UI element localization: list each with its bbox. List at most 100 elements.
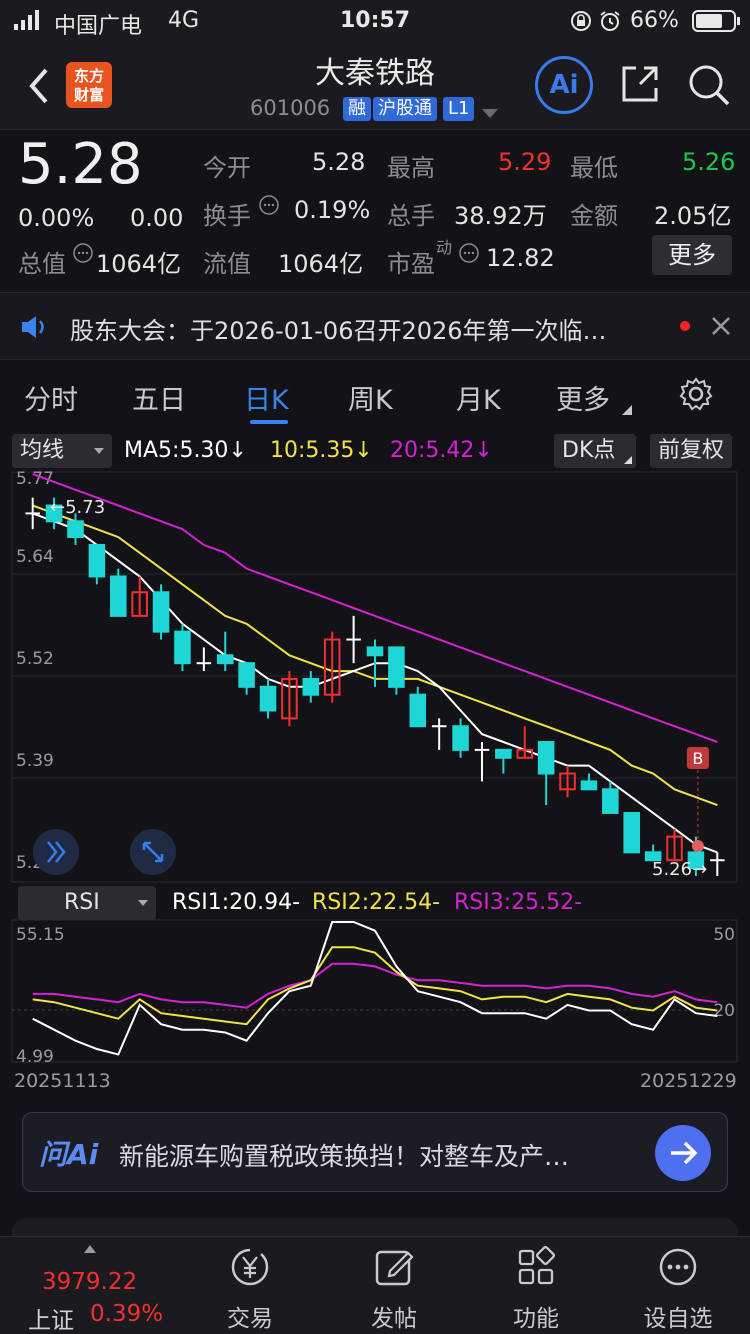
ma5-legend: MA5:5.30↓: [124, 438, 247, 463]
network-type: 4G: [168, 8, 200, 33]
info-icon[interactable]: [258, 194, 280, 220]
battery-icon: [692, 10, 742, 38]
rsi-tick-label: 50: [713, 925, 735, 945]
notice-bar[interactable]: 股东大会：于2026-01-06召开2026年第一次临…: [0, 292, 750, 360]
candle-body: [216, 654, 234, 665]
pe-sup: 动: [436, 238, 453, 257]
low-value: 5.26: [682, 148, 736, 176]
app-logo[interactable]: 东方 财富: [66, 62, 112, 108]
indicator-select[interactable]: 均线: [12, 434, 112, 468]
current-price: 5.28: [18, 132, 143, 197]
nav-trade[interactable]: 交易: [200, 1245, 300, 1333]
chevron-down-icon[interactable]: [482, 104, 498, 123]
high-label: 最高: [387, 154, 435, 182]
more-button[interactable]: 更多: [652, 235, 732, 275]
index-change: 0.39%: [90, 1301, 164, 1327]
y-tick-label: 5.52: [16, 649, 54, 669]
tag-level: L1: [443, 97, 475, 121]
low-price-marker: 5.26→: [652, 859, 707, 880]
mcap-label: 总值: [18, 250, 66, 278]
buy-signal-dot: [691, 840, 704, 852]
ma10-legend: 10:5.35↓: [270, 438, 373, 463]
period-tabs: 分时 五日 日K 周K 月K 更多: [0, 362, 750, 430]
ma20-line: [32, 473, 718, 743]
date-start: 20251113: [14, 1070, 111, 1092]
stock-code: 601006: [250, 96, 331, 120]
rsi-tick-label: 55.15: [16, 925, 65, 945]
candle-body: [152, 591, 170, 633]
ai-button[interactable]: Ai: [535, 56, 593, 114]
nav-watchlist[interactable]: 设自选: [628, 1245, 728, 1333]
back-icon[interactable]: [24, 66, 52, 110]
rsi2-legend: RSI2:22.54-: [312, 890, 441, 915]
candle-body: [537, 741, 555, 775]
chevron-down-icon: [94, 448, 104, 454]
tab-monthly-k[interactable]: 月K: [456, 378, 501, 417]
rsi-select[interactable]: RSI: [18, 886, 156, 920]
notice-dot: [680, 321, 690, 331]
y-tick-label: 5.64: [16, 547, 54, 567]
candle-body: [109, 575, 127, 617]
grid-icon: [518, 1245, 556, 1285]
candle-body: [602, 788, 619, 814]
chart-toolbar: 均线 MA5:5.30↓ 10:5.35↓ 20:5.42↓ DK点 前复权: [0, 432, 750, 470]
caret-up-icon: [84, 1245, 96, 1253]
chevron-down-icon: [138, 900, 148, 906]
tab-timeshare[interactable]: 分时: [24, 378, 78, 417]
rsi-frame: [11, 919, 738, 1063]
nav-functions[interactable]: 功能: [486, 1245, 586, 1333]
dk-point-button[interactable]: DK点: [554, 434, 636, 468]
active-tab-indicator: [250, 420, 288, 424]
open-label: 今开: [203, 154, 251, 182]
rsi1-line: [32, 921, 718, 1056]
yen-exchange-icon: [231, 1248, 269, 1286]
notice-text: 股东大会：于2026-01-06召开2026年第一次临…: [70, 317, 607, 345]
volume-label: 总手: [387, 202, 435, 230]
adjust-button[interactable]: 前复权: [650, 434, 733, 468]
candle-body: [388, 646, 405, 688]
info-icon[interactable]: [458, 242, 480, 268]
nav-post[interactable]: 发帖: [344, 1245, 444, 1333]
expand-icon[interactable]: [33, 829, 79, 875]
tab-daily-k[interactable]: 日K: [244, 378, 289, 417]
index-ticker[interactable]: 3979.22 上证 0.39%: [20, 1243, 190, 1334]
index-value: 3979.22: [42, 1269, 138, 1295]
amount-label: 金额: [570, 202, 618, 230]
amount-value: 2.05亿: [654, 202, 732, 230]
tab-more[interactable]: 更多: [556, 378, 610, 417]
caret-icon: [622, 400, 632, 419]
volume-value: 38.92万: [454, 202, 547, 230]
ask-ai-logo: 问Ai: [39, 1138, 99, 1171]
candle-body: [238, 662, 255, 688]
search-icon[interactable]: [686, 62, 732, 112]
close-icon[interactable]: [710, 315, 732, 341]
tab-weekly-k[interactable]: 周K: [348, 378, 393, 417]
clock: 10:57: [340, 8, 411, 33]
open-value: 5.28: [312, 148, 366, 176]
change-value: 0.00: [130, 204, 184, 232]
tab-five-day[interactable]: 五日: [132, 378, 186, 417]
info-icon[interactable]: [72, 242, 94, 268]
bottom-nav: 3979.22 上证 0.39% 交易 发帖 功能 设自选: [0, 1236, 750, 1334]
share-icon[interactable]: [618, 62, 662, 110]
pe-label: 市盈: [387, 250, 435, 278]
buy-signal-label: B: [692, 749, 703, 768]
battery-percent: 66%: [630, 8, 679, 33]
candle-body: [259, 685, 277, 712]
float-value: 1064亿: [278, 250, 364, 278]
candle-body: [580, 780, 598, 791]
gear-icon[interactable]: [678, 376, 714, 416]
lock-icon: [570, 10, 592, 38]
candle-body: [88, 543, 106, 578]
caret-icon: [624, 456, 632, 464]
rsi-toolbar: RSI RSI1:20.94- RSI2:22.54- RSI3:25.52-: [0, 886, 750, 920]
kline-chart[interactable]: 5.775.645.525.395.26 ←5.735.26→B 55.154.…: [0, 470, 750, 1095]
tag-connect: 沪股通: [373, 97, 437, 121]
send-button[interactable]: [655, 1125, 711, 1181]
ask-ai-bar[interactable]: 问Ai 新能源车购置税政策换挡！对整车及产…: [22, 1112, 728, 1192]
fullscreen-icon[interactable]: [130, 829, 176, 875]
rsi1-legend: RSI1:20.94-: [172, 890, 301, 915]
quote-panel: 5.28 0.00% 0.00 今开 5.28 最高 5.29 最低 5.26 …: [0, 130, 750, 290]
candle-body: [409, 693, 427, 728]
ask-ai-text: 新能源车购置税政策换挡！对整车及产…: [119, 1142, 570, 1171]
